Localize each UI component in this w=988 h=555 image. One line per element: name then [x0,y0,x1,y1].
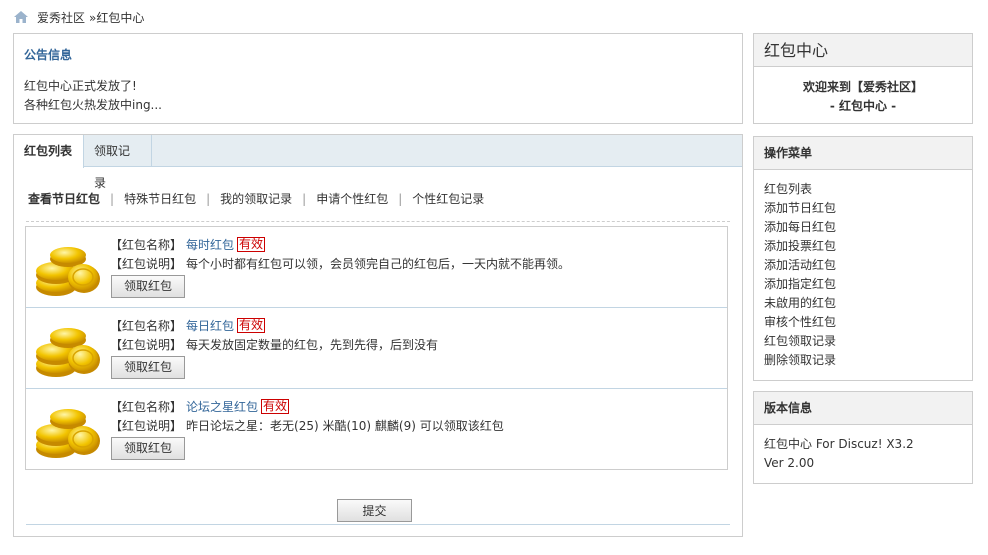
packet-name-link[interactable]: 论坛之星红包 [186,400,258,414]
packet-desc-label: 【红包说明】 [110,338,183,352]
packet-description: 每天发放固定数量的红包，先到先得，后到没有 [186,338,439,352]
notice-title: 公告信息 [24,48,73,62]
menu-item-add-specified-packet[interactable]: 添加指定红包 [764,275,962,294]
menu-item-review-custom-packets[interactable]: 审核个性红包 [764,313,962,332]
packet-name-link[interactable]: 每时红包 [186,238,234,252]
subnav-divider: | [302,191,307,206]
tab-claim-records[interactable]: 领取记录 [84,135,152,190]
welcome-text: 欢迎来到【爱秀社区】 - 红包中心 - [754,67,972,116]
version-line: Ver 2.00 [764,456,815,470]
version-info: 红包中心 For Discuz! X3.2 Ver 2.00 [754,425,972,483]
home-icon[interactable] [13,10,29,24]
packet-name-label: 【红包名称】 [110,319,183,333]
sidebar-center-title: 红包中心 [754,34,972,67]
status-badge: 有效 [237,237,266,252]
packet-info: 【红包名称】 每日红包 有效 【红包说明】 每天发放固定数量的红包，先到先得，后到没有… [110,317,438,379]
welcome-line: - 红包中心 - [829,99,897,113]
status-badge: 有效 [237,318,266,333]
menu-item-add-festival-packet[interactable]: 添加节日红包 [764,199,962,218]
notice-line: 各种红包火热发放中ing... [24,98,163,112]
breadcrumb-current: »红包中心 [89,10,145,25]
sub-navigation: 查看节日红包 | 特殊节日红包 | 我的领取记录 | 申请个性红包 | 个性红包… [28,190,484,207]
subnav-custom-packet-records[interactable]: 个性红包记录 [412,190,484,207]
tab-packet-list[interactable]: 红包列表 [14,135,84,168]
packet-description: 昨日论坛之星：老无(25) 米酷(10) 麒麟(9) 可以领取该红包 [186,419,504,433]
sidebar-version-panel: 版本信息 红包中心 For Discuz! X3.2 Ver 2.00 [753,391,973,484]
submit-area: 提交 [337,499,412,522]
menu-item-add-vote-packet[interactable]: 添加投票红包 [764,237,962,256]
subnav-apply-custom-packet[interactable]: 申请个性红包 [316,190,388,207]
packet-name-label: 【红包名称】 [110,238,183,252]
packet-list: 【红包名称】 每时红包 有效 【红包说明】 每个小时都有红包可以领，会员领完自己的红包… [25,226,728,470]
notice-panel: 公告信息 红包中心正式发放了! 各种红包火热发放中ing... [13,33,743,124]
red-packet-main-panel: 红包列表 领取记录 查看节日红包 | 特殊节日红包 | 我的领取记录 | 申请个… [13,134,743,537]
gold-coins-icon [36,247,100,296]
sidebar-version-title: 版本信息 [754,392,972,425]
operation-menu: 红包列表 添加节日红包 添加每日红包 添加投票红包 添加活动红包 添加指定红包 … [754,170,972,380]
packet-description: 每个小时都有红包可以领，会员领完自己的红包后，一天内就不能再领。 [186,257,571,271]
version-line: 红包中心 For Discuz! X3.2 [764,437,914,451]
submit-button[interactable]: 提交 [337,499,412,522]
menu-item-add-activity-packet[interactable]: 添加活动红包 [764,256,962,275]
bottom-divider [26,524,730,525]
welcome-line: 欢迎来到【爱秀社区】 [802,80,923,94]
packet-info: 【红包名称】 每时红包 有效 【红包说明】 每个小时都有红包可以领，会员领完自己的红包… [110,236,570,298]
notice-line: 红包中心正式发放了! [24,79,137,93]
packet-name-link[interactable]: 每日红包 [186,319,234,333]
subnav-divider: | [398,191,403,206]
packet-desc-label: 【红包说明】 [110,257,183,271]
dashed-divider [26,221,730,222]
tab-bar: 红包列表 领取记录 [14,135,742,190]
sidebar-menu-title: 操作菜单 [754,137,972,170]
gold-coins-icon [36,409,100,458]
subnav-divider: | [110,191,115,206]
claim-packet-button[interactable]: 领取红包 [111,437,186,460]
gold-coins-icon [36,328,100,377]
subnav-special-festival-packets[interactable]: 特殊节日红包 [124,190,196,207]
menu-item-delete-claim-records[interactable]: 删除领取记录 [764,351,962,370]
subnav-festival-packets[interactable]: 查看节日红包 [28,190,100,207]
menu-item-claim-records[interactable]: 红包领取记录 [764,332,962,351]
subnav-my-claim-records[interactable]: 我的领取记录 [220,190,292,207]
sidebar-center-panel: 红包中心 欢迎来到【爱秀社区】 - 红包中心 - [753,33,973,124]
packet-row: 【红包名称】 每日红包 有效 【红包说明】 每天发放固定数量的红包，先到先得，后到没有… [26,308,727,389]
menu-item-packet-list[interactable]: 红包列表 [764,180,962,199]
packet-info: 【红包名称】 论坛之星红包 有效 【红包说明】 昨日论坛之星：老无(25) 米酷(10… [110,398,504,460]
breadcrumb-site-link[interactable]: 爱秀社区 [37,9,85,26]
claim-packet-button[interactable]: 领取红包 [111,356,186,379]
status-badge: 有效 [261,399,290,414]
subnav-divider: | [206,191,211,206]
claim-packet-button[interactable]: 领取红包 [111,275,186,298]
packet-row: 【红包名称】 每时红包 有效 【红包说明】 每个小时都有红包可以领，会员领完自己的红包… [26,227,727,308]
sidebar-menu-panel: 操作菜单 红包列表 添加节日红包 添加每日红包 添加投票红包 添加活动红包 添加… [753,136,973,381]
breadcrumb: 爱秀社区 »红包中心 [13,8,144,26]
packet-name-label: 【红包名称】 [110,400,183,414]
packet-desc-label: 【红包说明】 [110,419,183,433]
menu-item-add-daily-packet[interactable]: 添加每日红包 [764,218,962,237]
packet-row: 【红包名称】 论坛之星红包 有效 【红包说明】 昨日论坛之星：老无(25) 米酷(10… [26,389,727,469]
menu-item-inactive-packets[interactable]: 未啟用的红包 [764,294,962,313]
